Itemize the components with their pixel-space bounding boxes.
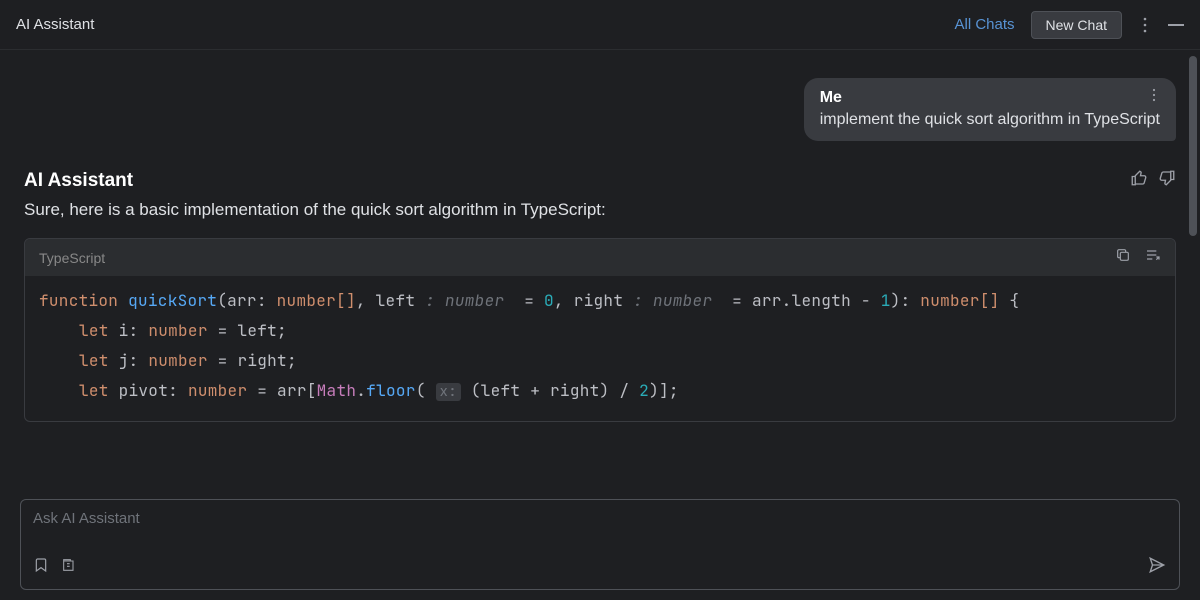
thumbs-down-icon[interactable]	[1158, 169, 1176, 192]
thumbs-up-icon[interactable]	[1130, 169, 1148, 192]
ai-name-label: AI Assistant	[24, 170, 133, 192]
chat-input-placeholder: Ask AI Assistant	[33, 510, 1167, 550]
ai-message-header: AI Assistant	[24, 169, 1176, 192]
all-chats-link[interactable]: All Chats	[955, 16, 1015, 33]
header: AI Assistant All Chats New Chat	[0, 0, 1200, 50]
insert-code-icon[interactable]	[1145, 247, 1161, 268]
user-name-label: Me	[820, 89, 842, 107]
code-block: TypeScript function quickSort(arr: numbe…	[24, 238, 1176, 422]
chat-area: Me implement the quick sort algorithm in…	[0, 50, 1200, 490]
bookmark-icon[interactable]	[33, 557, 49, 578]
scrollbar-thumb[interactable]	[1189, 56, 1197, 236]
panel-title: AI Assistant	[16, 16, 94, 33]
more-options-icon[interactable]	[1138, 17, 1152, 33]
minimize-icon[interactable]	[1168, 24, 1184, 26]
scrollbar[interactable]	[1189, 0, 1197, 600]
code-body[interactable]: function quickSort(arr: number[], left :…	[25, 276, 1175, 421]
attach-file-icon[interactable]	[61, 557, 77, 578]
ai-message-text: Sure, here is a basic implementation of …	[24, 200, 1176, 220]
header-actions: All Chats New Chat	[955, 11, 1185, 39]
code-language-label: TypeScript	[39, 250, 105, 266]
chat-input[interactable]: Ask AI Assistant	[20, 499, 1180, 590]
user-message-bubble: Me implement the quick sort algorithm in…	[24, 78, 1176, 141]
message-more-icon[interactable]	[1148, 88, 1160, 107]
send-icon[interactable]	[1147, 556, 1167, 579]
new-chat-button[interactable]: New Chat	[1031, 11, 1122, 39]
user-message-text: implement the quick sort algorithm in Ty…	[820, 111, 1160, 129]
copy-code-icon[interactable]	[1115, 247, 1131, 268]
